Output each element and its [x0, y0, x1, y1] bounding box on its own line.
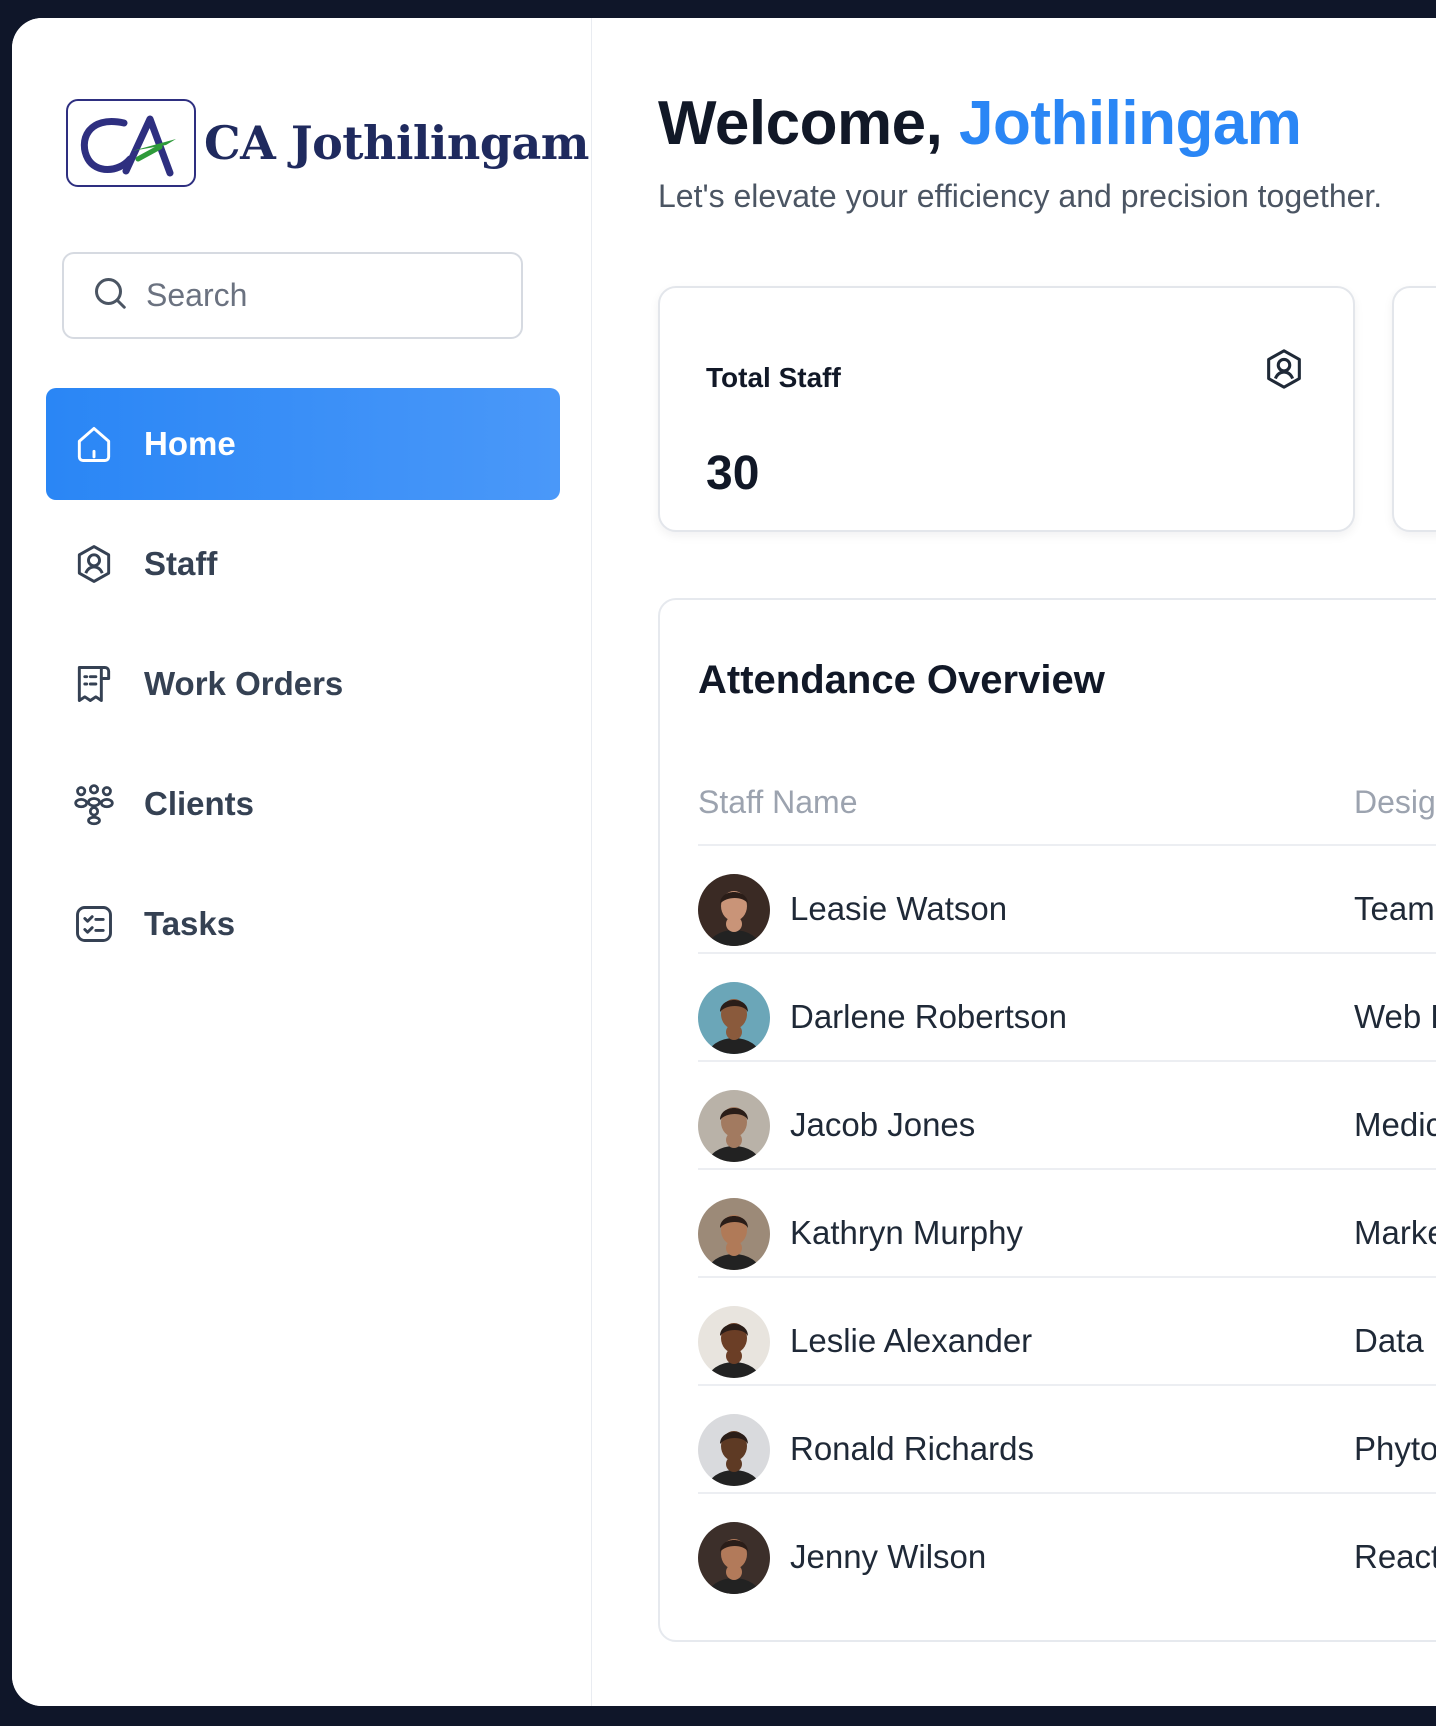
staff-designation: Team: [1354, 890, 1435, 927]
staff-name: Jacob Jones: [790, 1106, 976, 1143]
greeting-text: Welcome,: [658, 89, 960, 158]
staff-name: Ronald Richards: [790, 1430, 1034, 1467]
stat-card-partial[interactable]: [1392, 286, 1436, 532]
sidebar-item-label: Clients: [144, 785, 255, 822]
table-row[interactable]: Leasie Watson Team: [698, 846, 1436, 954]
stat-value: 30: [706, 447, 760, 500]
search-box[interactable]: [62, 252, 523, 339]
sidebar: CA Jothilingam Home: [12, 18, 592, 1706]
checklist-icon: [70, 900, 118, 948]
table-row[interactable]: Kathryn Murphy Marke: [698, 1170, 1436, 1278]
staff-name: Leslie Alexander: [790, 1322, 1033, 1359]
sidebar-item-label: Staff: [144, 545, 218, 582]
sidebar-item-clients[interactable]: Clients: [46, 748, 560, 860]
staff-badge-icon: [1261, 346, 1307, 397]
staff-designation: Phyto: [1354, 1430, 1436, 1467]
column-header-staff-name[interactable]: Staff Name: [698, 784, 857, 821]
sidebar-nav: Home Staff Work Orders Clients Tasks: [46, 388, 560, 988]
sidebar-item-label: Work Orders: [144, 665, 344, 702]
search-icon: [92, 275, 128, 316]
table-header: Staff Name Desig: [698, 778, 1436, 846]
staff-designation: Web D: [1354, 998, 1436, 1035]
sidebar-item-work-orders[interactable]: Work Orders: [46, 628, 560, 740]
avatar: [698, 1522, 770, 1594]
staff-designation: Medic: [1354, 1106, 1436, 1143]
app-window: CA Jothilingam Home: [12, 18, 1436, 1706]
staff-badge-icon: [70, 540, 118, 588]
stat-label: Total Staff: [706, 362, 841, 393]
attendance-overview-card: Attendance Overview Staff Name Desig Lea…: [658, 598, 1436, 1642]
staff-name: Darlene Robertson: [790, 998, 1067, 1035]
sidebar-item-home[interactable]: Home: [46, 388, 560, 500]
page-title: Welcome, Jothilingam: [658, 88, 1302, 159]
sidebar-item-label: Tasks: [144, 905, 236, 942]
sidebar-item-staff[interactable]: Staff: [46, 508, 560, 620]
section-title: Attendance Overview: [698, 658, 1105, 702]
avatar: [698, 874, 770, 946]
table-row[interactable]: Leslie Alexander Data: [698, 1278, 1436, 1386]
staff-designation: Marke: [1354, 1214, 1436, 1251]
avatar: [698, 1414, 770, 1486]
column-header-designation[interactable]: Desig: [1354, 784, 1436, 821]
table-row[interactable]: Jenny Wilson React: [698, 1494, 1436, 1602]
staff-designation: React: [1354, 1538, 1436, 1575]
avatar: [698, 982, 770, 1054]
sidebar-item-tasks[interactable]: Tasks: [46, 868, 560, 980]
staff-name: Jenny Wilson: [790, 1538, 987, 1575]
staff-name: Leasie Watson: [790, 890, 1008, 927]
avatar: [698, 1090, 770, 1162]
brand-name: CA Jothilingam: [204, 116, 589, 170]
receipt-icon: [70, 660, 118, 708]
user-name: Jothilingam: [959, 89, 1302, 158]
brand-logo[interactable]: CA Jothilingam: [66, 99, 589, 187]
home-icon: [70, 420, 118, 468]
avatar: [698, 1306, 770, 1378]
search-input[interactable]: [146, 277, 466, 314]
users-group-icon: [70, 780, 118, 828]
main-content: Welcome, Jothilingam Let's elevate your …: [592, 18, 1436, 1706]
table-row[interactable]: Darlene Robertson Web D: [698, 954, 1436, 1062]
avatar: [698, 1198, 770, 1270]
attendance-table-body: Leasie Watson Team Darlene Robertson Web…: [698, 846, 1436, 1602]
staff-name: Kathryn Murphy: [790, 1214, 1023, 1251]
page-subtitle: Let's elevate your efficiency and precis…: [658, 178, 1383, 214]
total-staff-card[interactable]: Total Staff 30: [658, 286, 1355, 532]
table-row[interactable]: Jacob Jones Medic: [698, 1062, 1436, 1170]
ca-logo-mark: [66, 99, 196, 187]
table-row[interactable]: Ronald Richards Phyto: [698, 1386, 1436, 1494]
staff-designation: Data: [1354, 1322, 1424, 1359]
sidebar-item-label: Home: [144, 425, 236, 462]
